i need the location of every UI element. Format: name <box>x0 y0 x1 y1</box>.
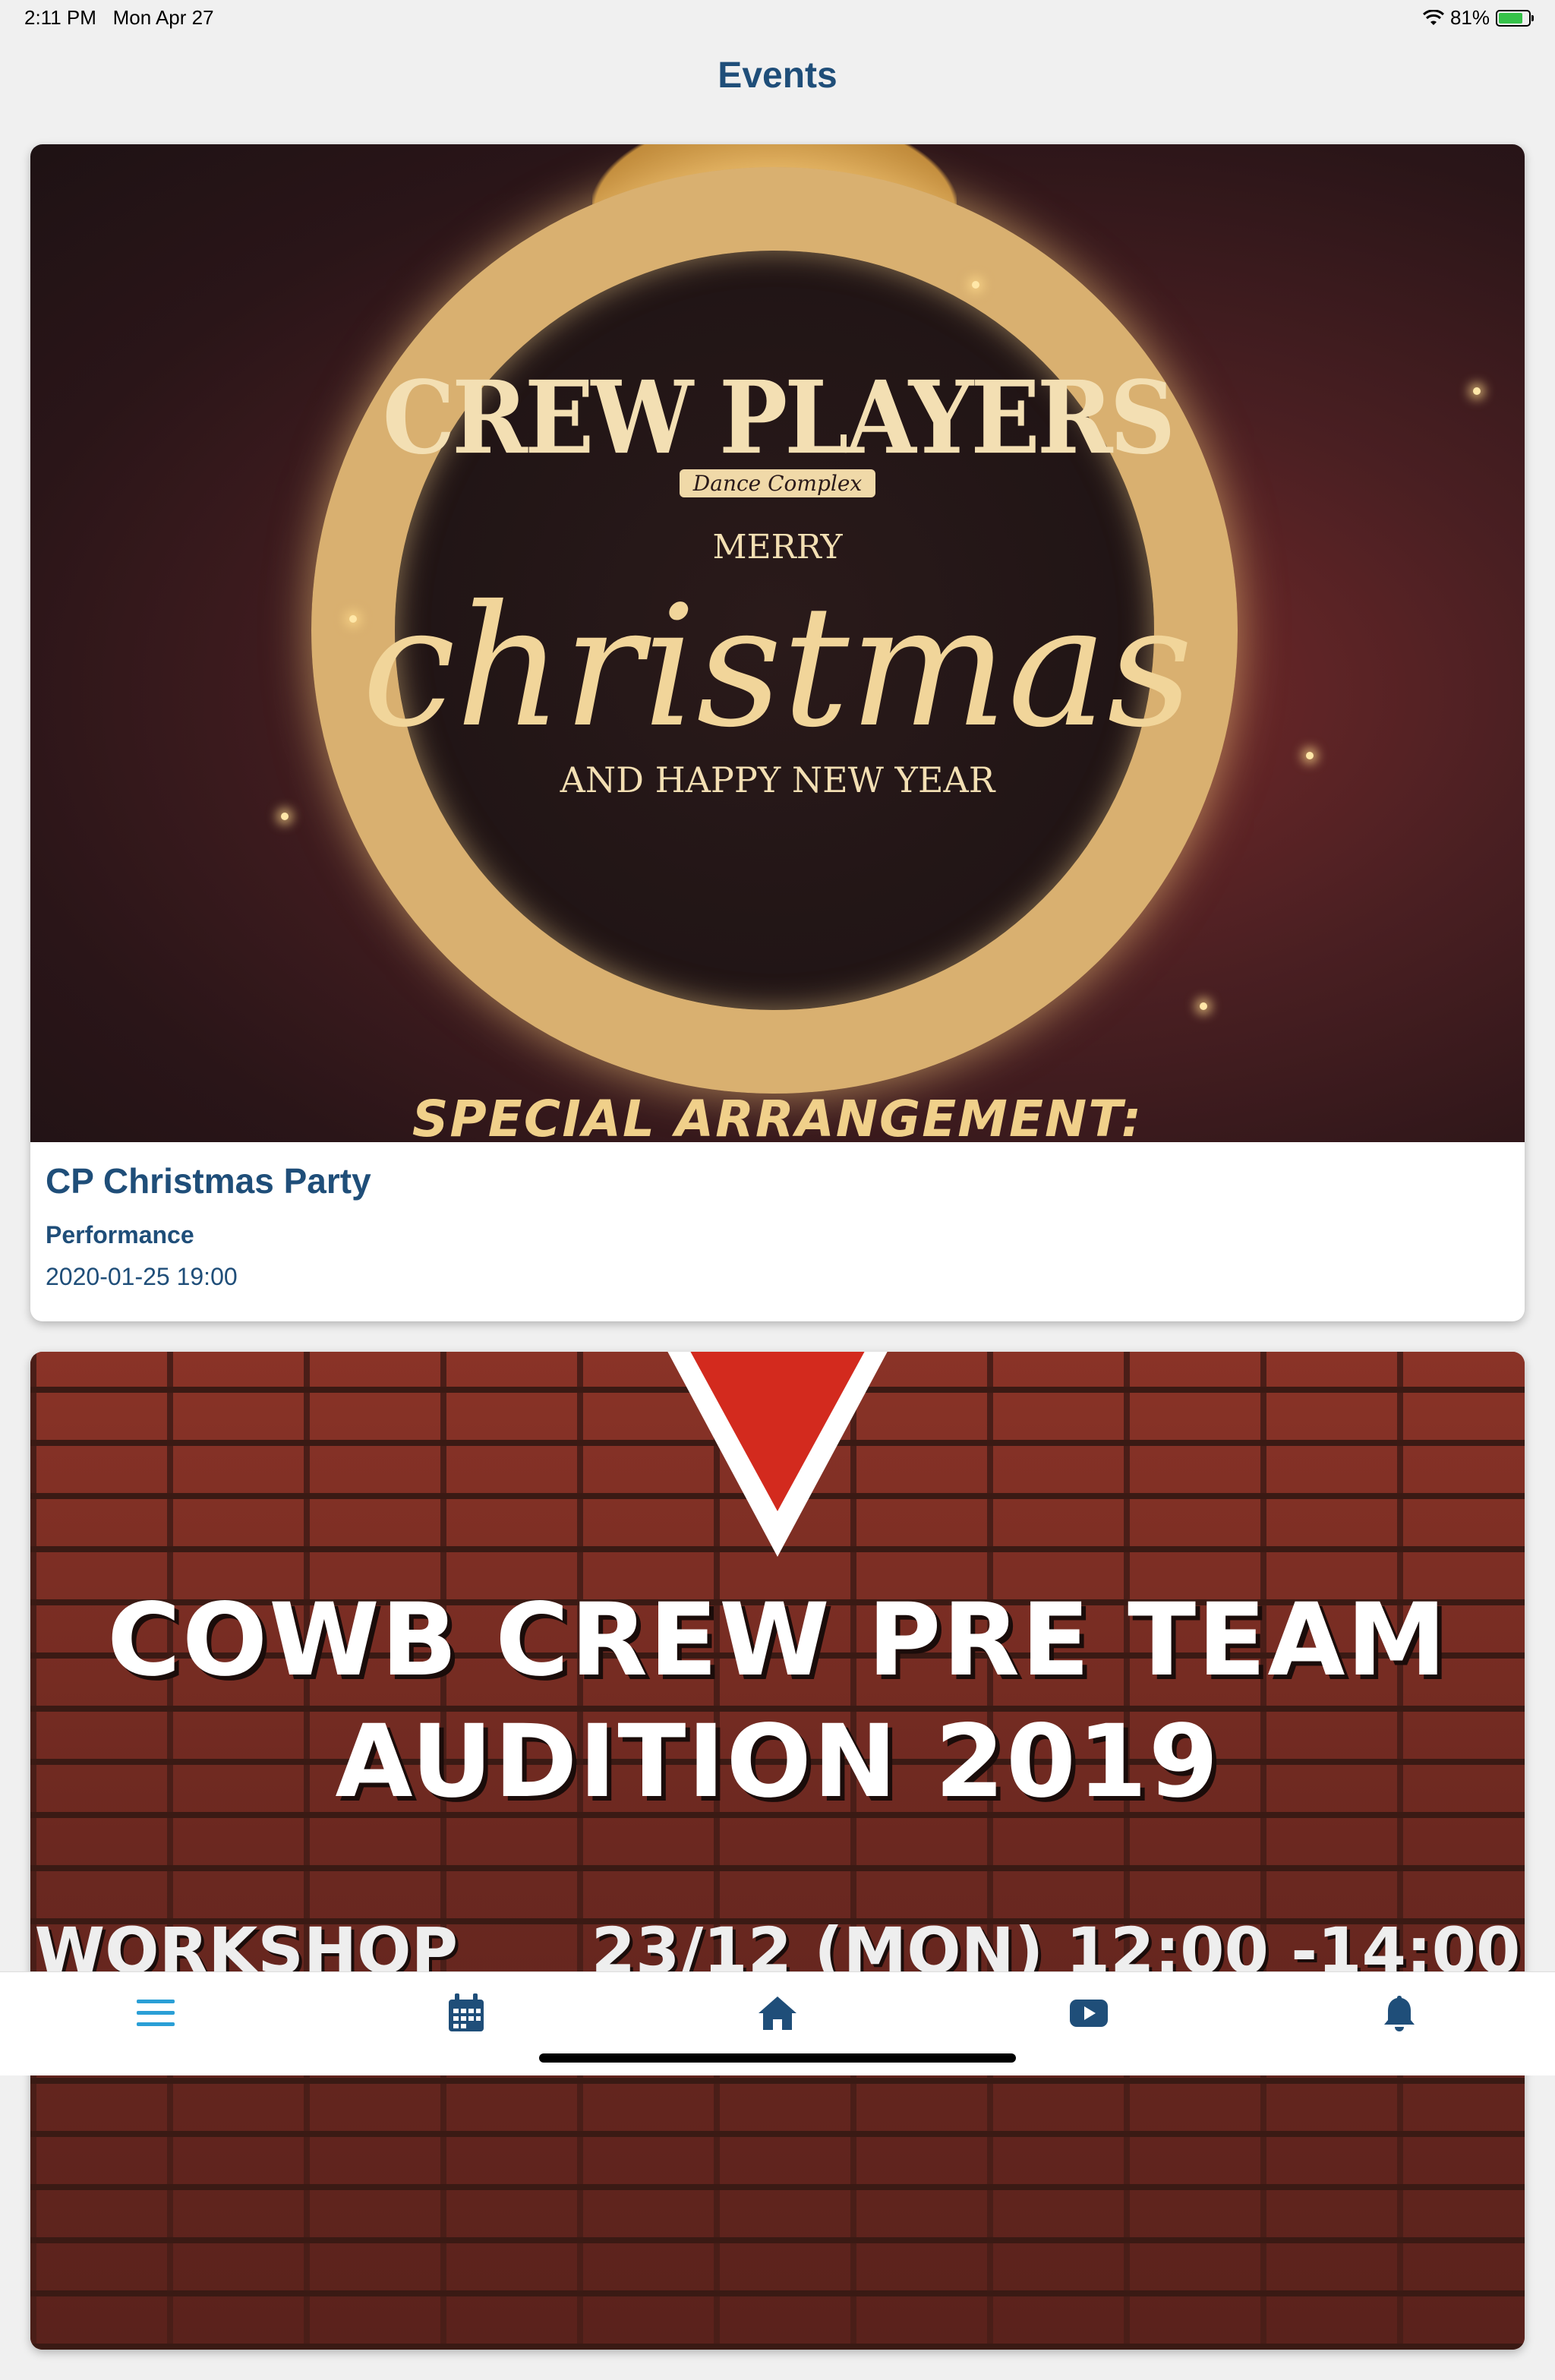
poster-brand-sub: Dance Complex <box>30 469 1525 497</box>
menu-icon <box>136 2000 175 2026</box>
tab-menu[interactable] <box>125 1983 186 2044</box>
poster-title-line1: COWB CREW PRE TEAM <box>107 1582 1448 1699</box>
event-info: CP Christmas Party Performance 2020-01-2… <box>30 1142 1525 1321</box>
battery-icon <box>1496 9 1534 27</box>
poster-brand: CREW PLAYERS <box>382 358 1176 478</box>
home-icon <box>758 1996 796 2030</box>
tab-video[interactable] <box>1058 1983 1119 2044</box>
clock-date: Mon Apr 27 <box>112 6 214 29</box>
event-date: 2020-01-25 19:00 <box>46 1263 238 1290</box>
clock-time: 2:11 PM <box>24 6 96 29</box>
poster-title-line2: AUDITION 2019 <box>335 1703 1220 1820</box>
status-right: 81% <box>1422 6 1534 30</box>
event-poster-image[interactable]: COWB CREW PRE TEAM AUDITION 2019 WORKSHO… <box>30 1352 1525 2350</box>
home-indicator[interactable] <box>539 2053 1016 2063</box>
poster-title: COWB CREW PRE TEAM AUDITION 2019 <box>30 1580 1525 1823</box>
tab-calendar[interactable] <box>436 1983 497 2044</box>
status-time: 2:11 PM Mon Apr 27 <box>24 6 214 30</box>
calendar-icon <box>449 1993 484 2031</box>
event-card[interactable]: CREW PLAYERS Dance Complex MERRY christm… <box>30 144 1525 1321</box>
page-title: Events <box>718 55 837 96</box>
wifi-icon <box>1422 9 1444 25</box>
poster-merry: MERRY <box>712 528 843 567</box>
poster-happy-new-year: AND HAPPY NEW YEAR <box>560 759 995 800</box>
video-icon <box>1069 2000 1108 2027</box>
battery-percent: 81% <box>1449 6 1490 29</box>
event-poster-image[interactable]: CREW PLAYERS Dance Complex MERRY christm… <box>30 144 1525 1142</box>
tab-notifications[interactable] <box>1369 1983 1430 2044</box>
poster-christmas: christmas <box>361 570 1194 764</box>
tab-home[interactable] <box>747 1983 808 2044</box>
bell-icon <box>1384 1996 1415 2031</box>
event-card[interactable]: COWB CREW PRE TEAM AUDITION 2019 WORKSHO… <box>30 1352 1525 2350</box>
event-title: CP Christmas Party <box>46 1161 371 1201</box>
event-type: Performance <box>46 1221 194 1248</box>
poster-special-arrangement: SPECIAL ARRANGEMENT: <box>412 1090 1143 1142</box>
status-bar: 2:11 PM Mon Apr 27 81% <box>0 0 1555 36</box>
